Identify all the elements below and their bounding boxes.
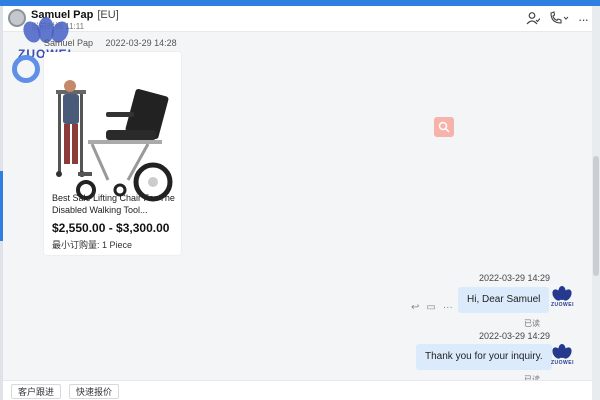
brand-flower-icon <box>552 344 572 359</box>
message-bubble[interactable]: Thank you for your inquiry. <box>416 344 552 370</box>
message-actions: ↩ ▭ ··· <box>411 302 453 313</box>
more-icon[interactable]: ··· <box>578 12 589 27</box>
read-status: 已读 <box>524 319 540 328</box>
incoming-time: 2022-03-29 14:28 <box>105 38 177 48</box>
contact-region: [EU] <box>97 9 119 21</box>
incoming-meta: Samuel Pap 2022-03-29 14:28 <box>44 38 177 48</box>
customer-followup-button[interactable]: 客户跟进 <box>11 384 62 399</box>
chat-header: Samuel Pap[EU] 当前时间 11:11 ··· <box>3 6 592 32</box>
scrollbar[interactable] <box>592 6 600 400</box>
header-actions: ··· <box>526 11 589 28</box>
phone-icon[interactable] <box>549 11 569 28</box>
message-bubble[interactable]: Hi, Dear Samuel <box>458 287 550 313</box>
logo-ring <box>12 55 40 83</box>
reply-icon[interactable]: ↩ <box>411 302 419 313</box>
brand-flower-icon <box>552 286 572 301</box>
more-options-icon[interactable]: ··· <box>443 302 453 313</box>
product-price: $2,550.00 - $3,300.00 <box>52 221 170 235</box>
sender-avatar[interactable]: ZUOWEI <box>549 343 575 369</box>
sender-avatar[interactable]: ZUOWEI <box>549 285 575 311</box>
quick-action-bar: 客户跟进 快速报价 <box>3 380 592 400</box>
product-moq: 最小订购量: 1 Piece <box>52 240 133 250</box>
product-card[interactable]: Best Sale Lifting Chair For The Disabled… <box>44 52 181 255</box>
product-title[interactable]: Best Sale Lifting Chair For The Disabled… <box>52 192 176 216</box>
avatar-label: ZUOWEI <box>551 360 574 366</box>
search-icon[interactable] <box>434 117 454 137</box>
outgoing-time: 2022-03-29 14:29 <box>479 273 551 283</box>
incoming-sender: Samuel Pap <box>44 38 94 48</box>
left-edge-marker <box>0 171 3 241</box>
outgoing-time: 2022-03-29 14:29 <box>479 331 551 341</box>
scrollbar-thumb[interactable] <box>593 156 599 276</box>
left-edge <box>0 6 3 400</box>
quick-quote-button[interactable]: 快速报价 <box>69 384 120 399</box>
avatar-label: ZUOWEI <box>551 302 574 308</box>
quote-icon[interactable]: ▭ <box>426 302 435 313</box>
contact-icon[interactable] <box>526 11 541 28</box>
